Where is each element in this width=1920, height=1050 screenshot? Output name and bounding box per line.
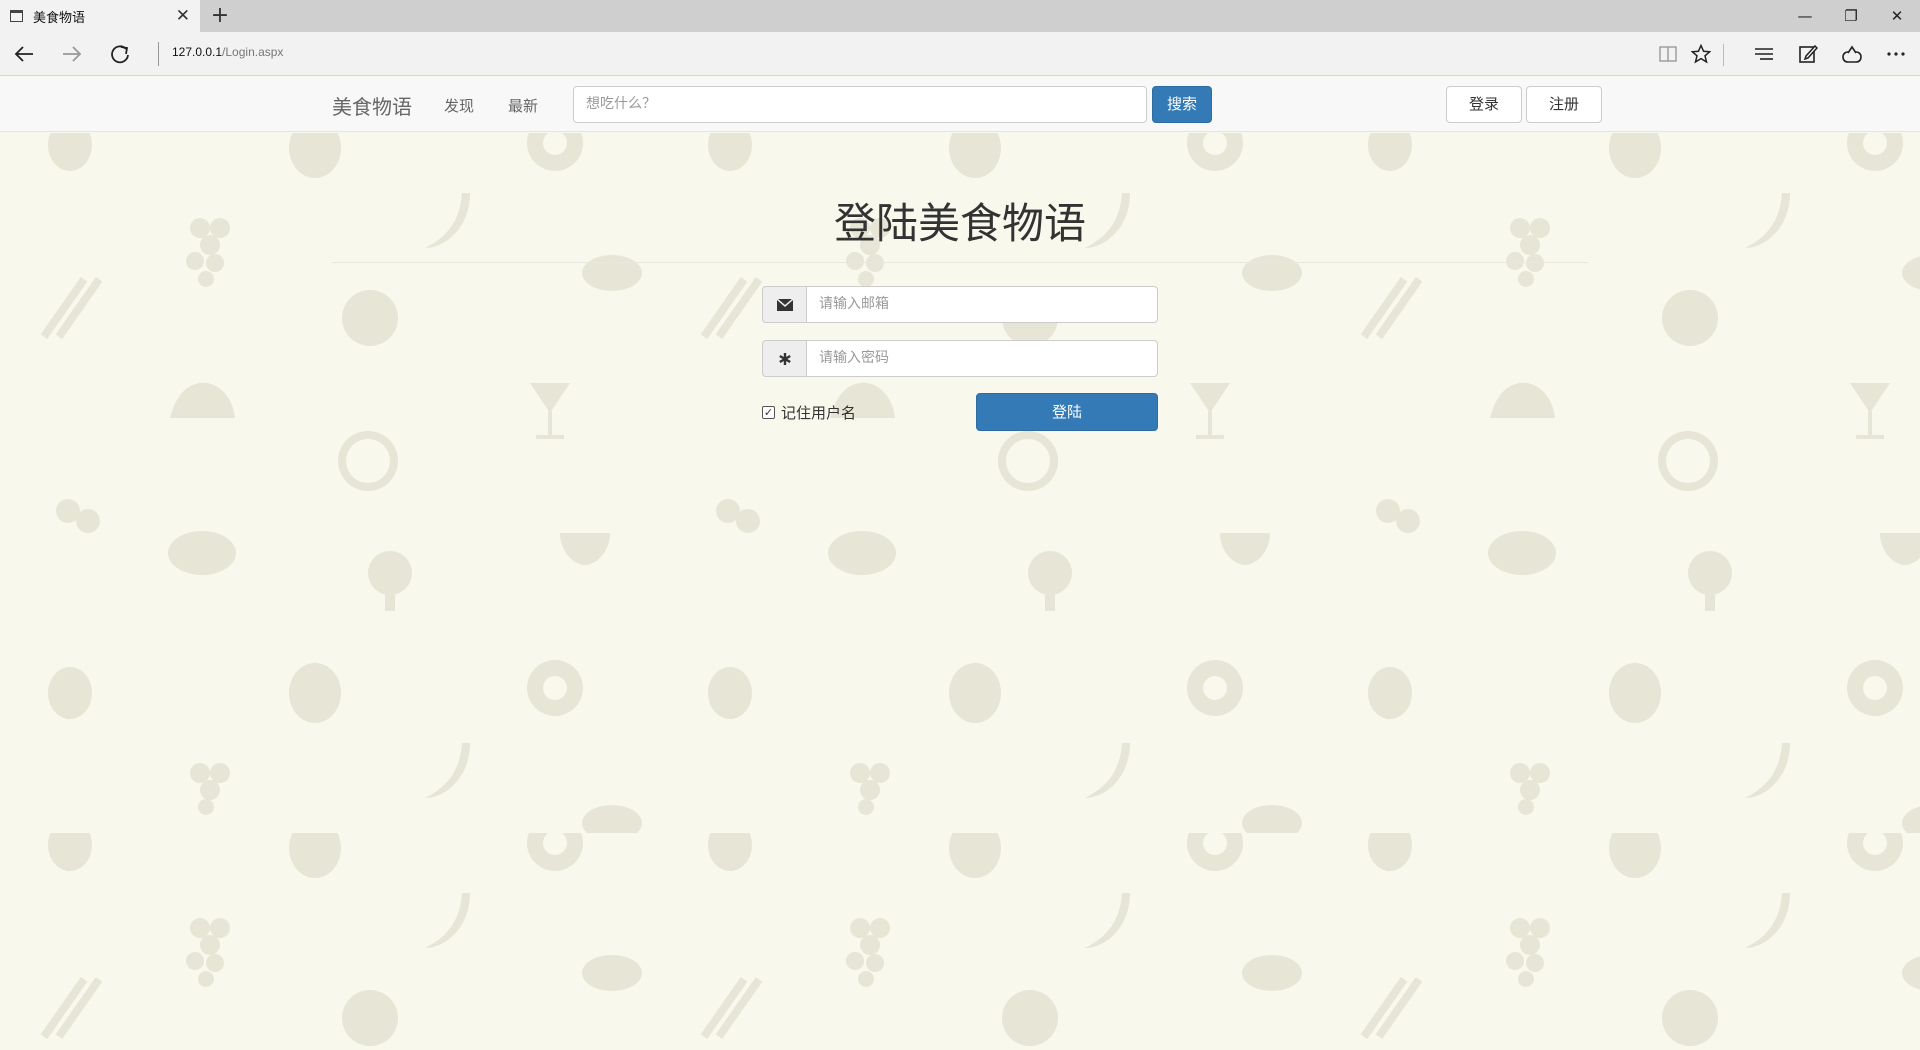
- share-icon[interactable]: [1834, 32, 1870, 76]
- toolbar-separator: [1723, 44, 1724, 66]
- forward-icon[interactable]: [52, 32, 92, 76]
- address-bar[interactable]: 127.0.0.1/Login.aspx: [172, 45, 283, 59]
- header-login-button[interactable]: 登录: [1446, 86, 1522, 123]
- remember-label: 记住用户名: [781, 404, 857, 422]
- search-button[interactable]: 搜索: [1152, 86, 1212, 123]
- email-input-group: 请输入邮箱: [762, 286, 1158, 323]
- page-icon: [10, 10, 23, 22]
- asterisk-icon: [762, 340, 806, 377]
- browser-nav-bar: 127.0.0.1/Login.aspx: [0, 32, 1920, 76]
- remember-username[interactable]: ✓ 记住用户名: [762, 402, 856, 423]
- login-title: 登陆美食物语: [833, 199, 1086, 248]
- nav-link-latest[interactable]: 最新: [508, 95, 538, 116]
- nav-link-discover[interactable]: 发现: [444, 95, 474, 116]
- address-host: 127.0.0.1: [172, 45, 223, 59]
- favorite-star-icon[interactable]: [1683, 32, 1719, 76]
- browser-tab[interactable]: 美食物语 ✕: [0, 0, 200, 32]
- browser-tab-bar: 美食物语 ✕ + — ❐ ✕: [0, 0, 1920, 32]
- site-brand-link[interactable]: 美食物语: [332, 91, 412, 120]
- web-note-icon[interactable]: [1790, 32, 1826, 76]
- tab-title: 美食物语: [33, 9, 86, 25]
- envelope-icon: [762, 286, 806, 323]
- food-pattern-background: [0, 133, 1920, 1050]
- address-path: /Login.aspx: [222, 45, 284, 59]
- hub-icon[interactable]: [1746, 32, 1782, 76]
- tab-close-icon[interactable]: ✕: [176, 7, 190, 25]
- restore-button[interactable]: ❐: [1828, 0, 1874, 32]
- email-field[interactable]: 请输入邮箱: [806, 286, 1158, 323]
- refresh-icon[interactable]: [100, 32, 140, 76]
- back-icon[interactable]: [4, 32, 44, 76]
- new-tab-button[interactable]: +: [206, 3, 234, 29]
- search-input[interactable]: 想吃什么？: [573, 86, 1147, 123]
- close-window-button[interactable]: ✕: [1874, 0, 1920, 32]
- reading-view-icon[interactable]: [1650, 32, 1686, 76]
- remember-checkbox[interactable]: ✓: [762, 406, 775, 419]
- password-input-group: 请输入密码: [762, 340, 1158, 377]
- password-field[interactable]: 请输入密码: [806, 340, 1158, 377]
- header-register-button[interactable]: 注册: [1526, 86, 1602, 123]
- title-divider: [332, 262, 1588, 263]
- address-separator: [158, 42, 159, 66]
- more-icon[interactable]: [1878, 32, 1914, 76]
- site-navbar: 美食物语 发现 最新 想吃什么？ 搜索 登录 注册: [0, 77, 1920, 132]
- login-submit-button[interactable]: 登陆: [976, 393, 1158, 431]
- minimize-button[interactable]: —: [1782, 0, 1828, 32]
- window-controls: — ❐ ✕: [1782, 0, 1920, 32]
